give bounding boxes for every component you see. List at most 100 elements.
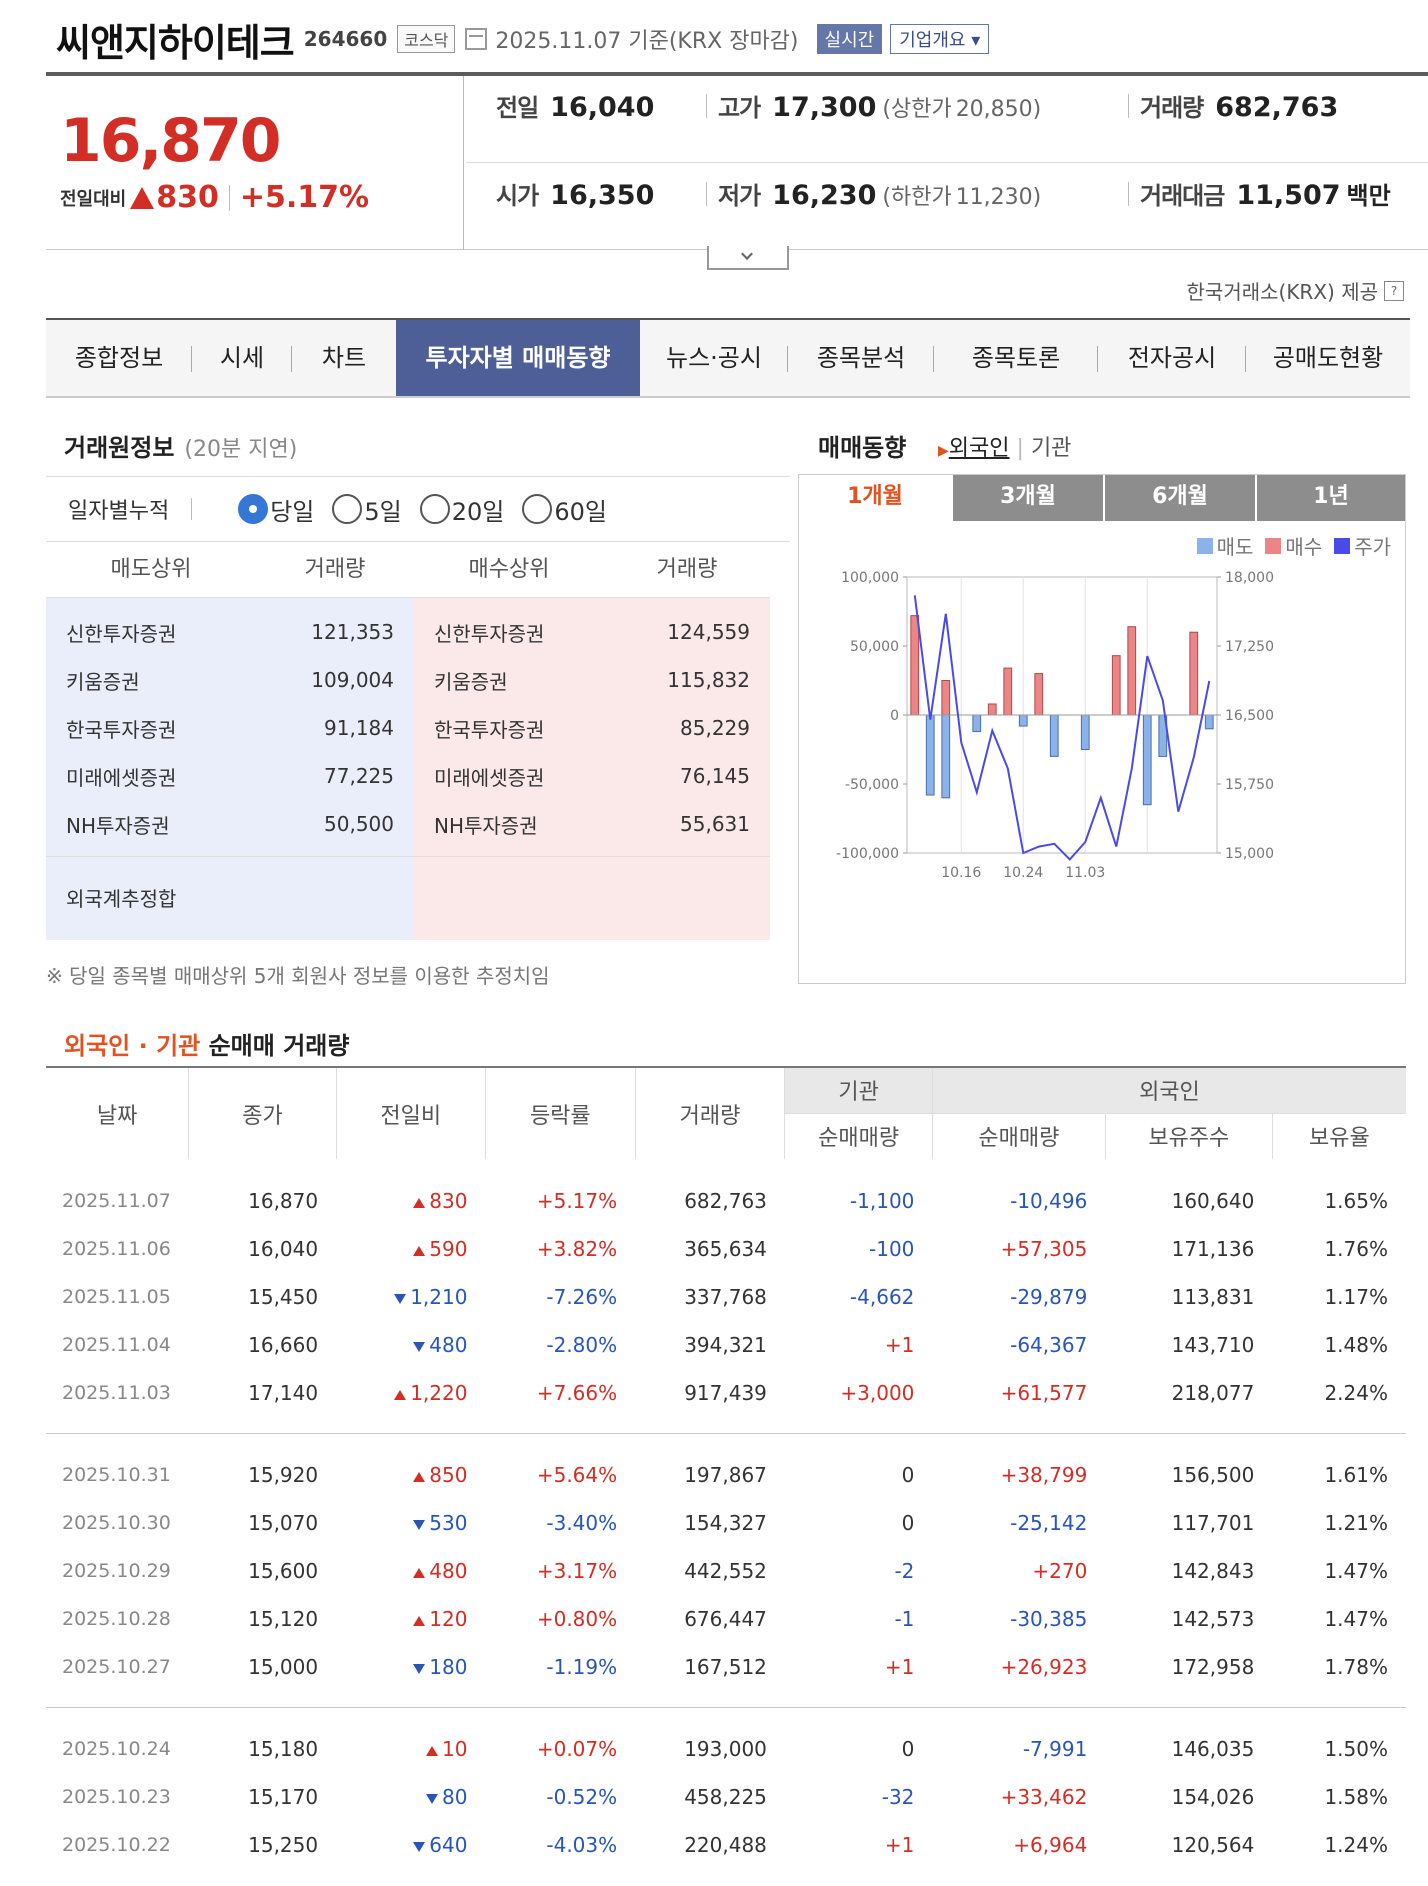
period-radio-20d[interactable]: 20일 [419, 492, 504, 527]
group-divider [46, 1417, 1406, 1434]
divider [228, 184, 230, 211]
cell-date: 2025.10.22 [62, 1834, 171, 1856]
tab-news[interactable]: 뉴스·공시 [640, 320, 788, 396]
link-foreign[interactable]: 외국인 [949, 436, 1010, 461]
buy-bar [1111, 655, 1121, 716]
buy-row: 키움증권 115,832 [414, 656, 770, 704]
cell-change: 850 [336, 1451, 485, 1499]
stock-title-row: 씨앤지하이테크 264660 코스닥 2025.11.07 기준(KRX 장마감… [56, 14, 990, 65]
down-arrow-icon [413, 1519, 426, 1530]
current-price: 16,870 [60, 106, 282, 176]
sell-bar [925, 714, 935, 796]
buy-row: 한국투자증권 85,229 [414, 704, 770, 752]
spacer [46, 1433, 1406, 1451]
cell-date: 2025.10.30 [62, 1512, 171, 1534]
cell-change-rate: +3.82% [536, 1237, 618, 1261]
tab-investor-trend[interactable]: 투자자별 매매동향 [396, 320, 640, 396]
down-arrow-icon [394, 1293, 407, 1304]
group-foreign: 외국인 [931, 1066, 1406, 1113]
sell-row: 미래에셋증권 77,225 [46, 752, 414, 800]
tab-analysis[interactable]: 종목분석 [788, 320, 934, 396]
stat-upper-limit: 20,850) [955, 97, 1042, 122]
cell-change-value: 480 [429, 1559, 468, 1583]
period-tab-1y[interactable]: 1년 [1255, 475, 1405, 521]
foreign-total-label: 외국계추정합 [66, 887, 177, 911]
sell-bar [941, 714, 951, 799]
y-left-tick-label: 0 [890, 708, 899, 724]
tab-quote[interactable]: 시세 [192, 320, 292, 396]
period-selector: 일자별누적 당일 5일 20일 60일 [46, 476, 790, 542]
main-tabs: 종합정보 시세 차트 투자자별 매매동향 뉴스·공시 종목분석 종목토론 전자공… [46, 318, 1410, 398]
tab-disclosure[interactable]: 전자공시 [1098, 320, 1246, 396]
cell-date: 2025.10.29 [62, 1560, 171, 1582]
cell-volume: 394,321 [684, 1333, 767, 1357]
cell-change-rate: +5.17% [536, 1189, 618, 1213]
radio-icon [522, 494, 553, 524]
table-row: 2025.11.03 17,140 1,220 +7.66% 917,439 +3,000… [46, 1369, 1406, 1417]
cell-volume: 365,634 [684, 1237, 767, 1261]
cell-close: 15,170 [248, 1785, 319, 1809]
broker-name: 신한투자증권 [434, 621, 545, 646]
tab-chart[interactable]: 차트 [292, 320, 396, 396]
tab-discussion[interactable]: 종목토론 [934, 320, 1098, 396]
period-radio-today[interactable]: 당일 [238, 492, 314, 527]
cell-close: 17,140 [248, 1381, 319, 1405]
tab-overview[interactable]: 종합정보 [46, 320, 192, 396]
cell-change-value: 850 [429, 1463, 468, 1487]
cell-foreign-ratio: 1.58% [1324, 1785, 1388, 1809]
sell-bar [1142, 714, 1152, 806]
divider [706, 94, 707, 118]
period-tab-1m[interactable]: 1개월 [799, 475, 951, 521]
up-arrow-icon [413, 1245, 426, 1256]
radio-icon [332, 494, 363, 524]
cell-foreign-ratio: 1.61% [1324, 1463, 1388, 1487]
sell-bar [972, 714, 982, 733]
cell-date: 2025.11.07 [62, 1190, 171, 1212]
link-institution[interactable]: 기관 [1031, 436, 1071, 461]
cell-change-value: 10 [442, 1737, 468, 1761]
cell-change: 480 [336, 1321, 485, 1369]
foreign-total-row: 외국계추정합 [46, 856, 414, 940]
info-icon[interactable]: ? [1384, 280, 1404, 301]
cell-inst-net: 0 [901, 1511, 915, 1535]
stat-low: 저가 16,230 (하한가 11,230) [718, 176, 1041, 211]
cell-change-rate: -1.19% [546, 1655, 618, 1679]
stat-value: 16,230 [772, 180, 877, 211]
cell-foreign-ratio: 1.24% [1324, 1833, 1388, 1857]
expand-toggle[interactable] [707, 246, 789, 270]
up-arrow-icon [130, 186, 155, 209]
col-foreign-net: 순매매량 [931, 1112, 1106, 1159]
y-right-tick-label: 15,000 [1225, 846, 1274, 862]
cell-change-value: 530 [429, 1511, 468, 1535]
period-radio-60d[interactable]: 60일 [522, 492, 607, 527]
y-right-tick-label: 15,750 [1225, 777, 1274, 793]
cell-inst-net: -1 [894, 1607, 915, 1631]
cell-change-rate: +0.07% [536, 1737, 618, 1761]
realtime-button[interactable]: 실시간 [816, 24, 883, 54]
period-tab-3m[interactable]: 3개월 [951, 475, 1103, 521]
cell-foreign-ratio: 1.47% [1324, 1559, 1388, 1583]
cell-close: 15,000 [248, 1655, 319, 1679]
radio-selected-icon [238, 494, 269, 524]
broker-delay: (20분 지연) [184, 437, 298, 462]
broker-name: 신한투자증권 [66, 621, 177, 646]
stat-label: 전일 [496, 94, 539, 122]
table-row: 2025.10.30 15,070 530 -3.40% 154,327 0 -25,142… [46, 1499, 1406, 1547]
cell-inst-net: -4,662 [849, 1285, 915, 1309]
x-tick-label: 10.16 [941, 865, 981, 881]
broker-name: 키움증권 [434, 669, 508, 694]
company-overview-dropdown[interactable]: 기업개요 ▾ [890, 24, 990, 54]
period-tab-6m[interactable]: 6개월 [1103, 475, 1255, 521]
cell-inst-net: +1 [884, 1333, 915, 1357]
stat-open: 시가 16,350 [496, 176, 654, 211]
cell-close: 15,600 [248, 1559, 319, 1583]
tab-short-selling[interactable]: 공매도현황 [1246, 320, 1410, 396]
group-divider [46, 1691, 1406, 1708]
cell-foreign-net: +61,577 [1000, 1381, 1088, 1405]
stat-volume: 거래량 682,763 [1140, 88, 1338, 123]
cell-foreign-net: -10,496 [1010, 1189, 1088, 1213]
cell-change-value: 1,210 [410, 1285, 468, 1309]
period-radio-5d[interactable]: 5일 [332, 492, 402, 527]
cell-change-value: 830 [429, 1189, 468, 1213]
cell-change: 640 [336, 1821, 485, 1869]
